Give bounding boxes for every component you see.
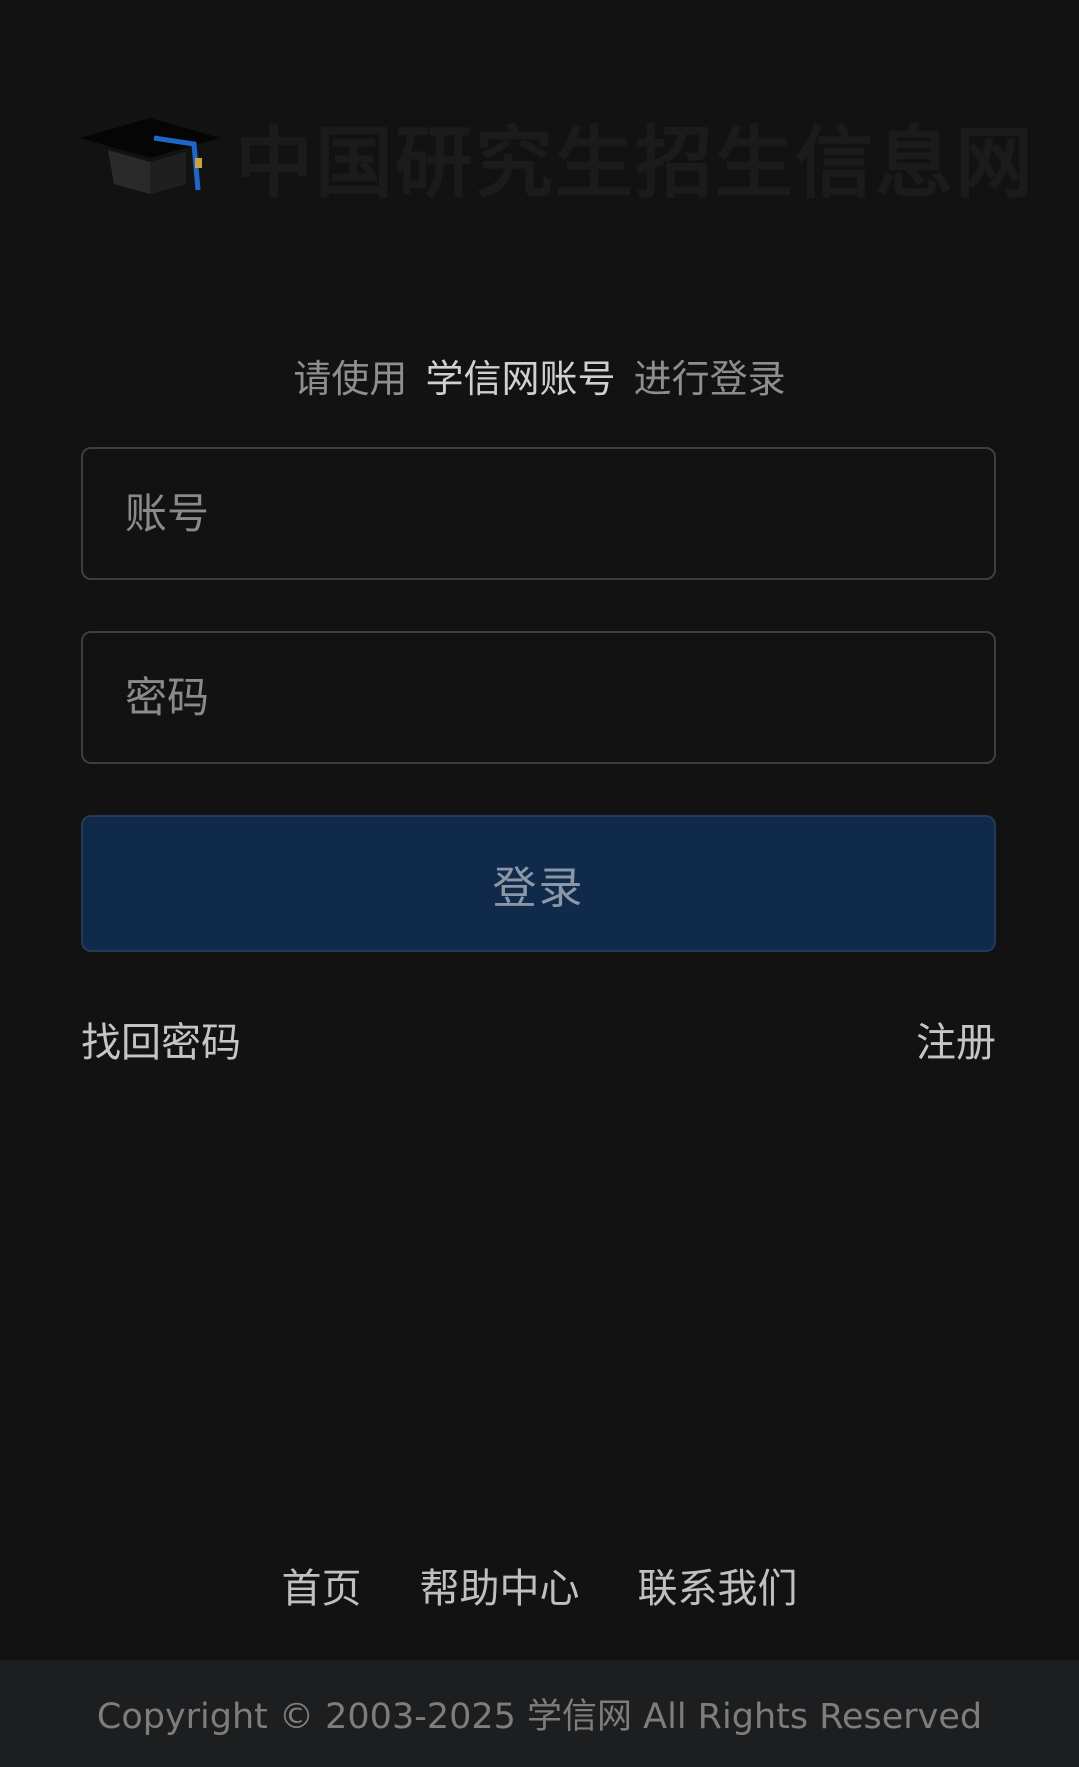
copyright-text: Copyright © 2003-2025 学信网 All Rights Res… bbox=[96, 1697, 983, 1737]
forgot-password-link[interactable]: 找回密码 bbox=[81, 1010, 241, 1068]
footer-bar: Copyright © 2003-2025 学信网 All Rights Res… bbox=[0, 1660, 1079, 1767]
graduation-cap-icon bbox=[80, 118, 220, 194]
prompt-prefix: 请使用 bbox=[293, 357, 408, 401]
login-prompt: 请使用 学信网账号 进行登录 bbox=[0, 348, 1079, 403]
footer-link-help[interactable]: 帮助中心 bbox=[420, 1556, 580, 1614]
account-field[interactable] bbox=[81, 447, 996, 580]
site-title: 中国研究生招生信息网 bbox=[235, 118, 1036, 209]
password-input[interactable] bbox=[123, 632, 994, 763]
register-link[interactable]: 注册 bbox=[916, 1010, 996, 1068]
footer-nav: 首页 帮助中心 联系我们 bbox=[0, 1556, 1079, 1614]
login-page: 中国研究生招生信息网 请使用 学信网账号 进行登录 登录 找回密码 注册 首页 … bbox=[0, 0, 1079, 1767]
prompt-suffix: 进行登录 bbox=[633, 357, 786, 401]
footer-link-home[interactable]: 首页 bbox=[282, 1556, 362, 1614]
footer-link-contact[interactable]: 联系我们 bbox=[638, 1556, 798, 1614]
login-button[interactable]: 登录 bbox=[81, 815, 996, 952]
password-field[interactable] bbox=[81, 631, 996, 764]
account-input[interactable] bbox=[123, 448, 994, 579]
site-logo[interactable]: 中国研究生招生信息网 bbox=[80, 118, 1033, 210]
prompt-account-type: 学信网账号 bbox=[425, 357, 616, 401]
